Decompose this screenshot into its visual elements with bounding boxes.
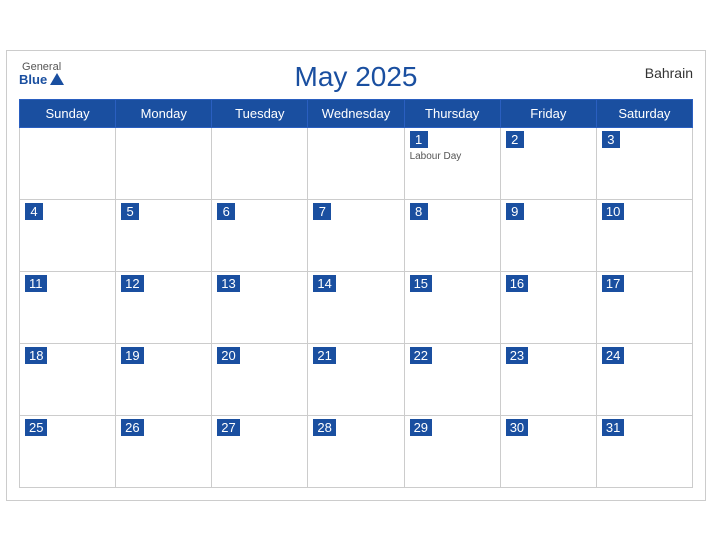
calendar-day-cell: 21 (308, 343, 404, 415)
logo: General Blue (19, 61, 64, 87)
calendar-day-cell (20, 127, 116, 199)
day-number: 15 (410, 275, 432, 292)
calendar-day-cell: 12 (116, 271, 212, 343)
calendar-day-cell: 6 (212, 199, 308, 271)
day-number: 29 (410, 419, 432, 436)
day-number: 25 (25, 419, 47, 436)
day-event: Labour Day (410, 151, 495, 162)
calendar-day-cell: 31 (596, 415, 692, 487)
header-thursday: Thursday (404, 99, 500, 127)
calendar-week-row: 18 19 20 21 22 23 24 (20, 343, 693, 415)
calendar-day-cell: 11 (20, 271, 116, 343)
calendar-day-cell: 4 (20, 199, 116, 271)
calendar-day-cell: 8 (404, 199, 500, 271)
calendar-week-row: 1 Labour Day 2 3 (20, 127, 693, 199)
calendar-day-cell: 1 Labour Day (404, 127, 500, 199)
calendar-day-cell: 30 (500, 415, 596, 487)
calendar-day-cell: 27 (212, 415, 308, 487)
day-number: 31 (602, 419, 624, 436)
logo-general-text: General (22, 61, 61, 73)
calendar-week-row: 4 5 6 7 8 9 10 (20, 199, 693, 271)
day-number: 12 (121, 275, 143, 292)
day-number: 23 (506, 347, 528, 364)
day-number: 9 (506, 203, 524, 220)
day-number: 19 (121, 347, 143, 364)
calendar-day-cell: 3 (596, 127, 692, 199)
day-number: 5 (121, 203, 139, 220)
calendar-header: General Blue May 2025 Bahrain (19, 61, 693, 93)
day-number: 16 (506, 275, 528, 292)
calendar-day-cell (212, 127, 308, 199)
calendar-day-cell: 15 (404, 271, 500, 343)
day-number: 4 (25, 203, 43, 220)
calendar-week-row: 11 12 13 14 15 16 17 (20, 271, 693, 343)
day-number: 14 (313, 275, 335, 292)
calendar-day-cell: 10 (596, 199, 692, 271)
day-number: 1 (410, 131, 428, 148)
day-number: 30 (506, 419, 528, 436)
calendar-container: General Blue May 2025 Bahrain Sunday Mon… (6, 50, 706, 501)
header-sunday: Sunday (20, 99, 116, 127)
calendar-day-cell: 2 (500, 127, 596, 199)
calendar-day-cell: 26 (116, 415, 212, 487)
calendar-title: May 2025 (295, 61, 418, 93)
calendar-day-cell: 14 (308, 271, 404, 343)
calendar-day-cell: 18 (20, 343, 116, 415)
day-number: 3 (602, 131, 620, 148)
day-number: 22 (410, 347, 432, 364)
day-number: 18 (25, 347, 47, 364)
header-monday: Monday (116, 99, 212, 127)
calendar-day-cell: 17 (596, 271, 692, 343)
calendar-day-cell: 13 (212, 271, 308, 343)
header-saturday: Saturday (596, 99, 692, 127)
day-number: 2 (506, 131, 524, 148)
header-tuesday: Tuesday (212, 99, 308, 127)
calendar-day-cell: 29 (404, 415, 500, 487)
calendar-day-cell (308, 127, 404, 199)
calendar-day-cell: 28 (308, 415, 404, 487)
calendar-day-cell: 16 (500, 271, 596, 343)
logo-blue-text: Blue (19, 73, 64, 87)
calendar-day-cell (116, 127, 212, 199)
weekday-header-row: Sunday Monday Tuesday Wednesday Thursday… (20, 99, 693, 127)
day-number: 24 (602, 347, 624, 364)
day-number: 11 (25, 275, 47, 292)
day-number: 28 (313, 419, 335, 436)
calendar-day-cell: 23 (500, 343, 596, 415)
header-friday: Friday (500, 99, 596, 127)
day-number: 26 (121, 419, 143, 436)
calendar-day-cell: 25 (20, 415, 116, 487)
day-number: 6 (217, 203, 235, 220)
logo-triangle-icon (50, 73, 64, 85)
day-number: 8 (410, 203, 428, 220)
day-number: 20 (217, 347, 239, 364)
calendar-day-cell: 9 (500, 199, 596, 271)
calendar-day-cell: 5 (116, 199, 212, 271)
calendar-day-cell: 7 (308, 199, 404, 271)
country-label: Bahrain (645, 65, 693, 81)
day-number: 13 (217, 275, 239, 292)
header-wednesday: Wednesday (308, 99, 404, 127)
day-number: 7 (313, 203, 331, 220)
calendar-day-cell: 19 (116, 343, 212, 415)
day-number: 21 (313, 347, 335, 364)
calendar-day-cell: 24 (596, 343, 692, 415)
calendar-day-cell: 20 (212, 343, 308, 415)
day-number: 27 (217, 419, 239, 436)
calendar-day-cell: 22 (404, 343, 500, 415)
calendar-table: Sunday Monday Tuesday Wednesday Thursday… (19, 99, 693, 488)
calendar-week-row: 25 26 27 28 29 30 31 (20, 415, 693, 487)
day-number: 17 (602, 275, 624, 292)
day-number: 10 (602, 203, 624, 220)
